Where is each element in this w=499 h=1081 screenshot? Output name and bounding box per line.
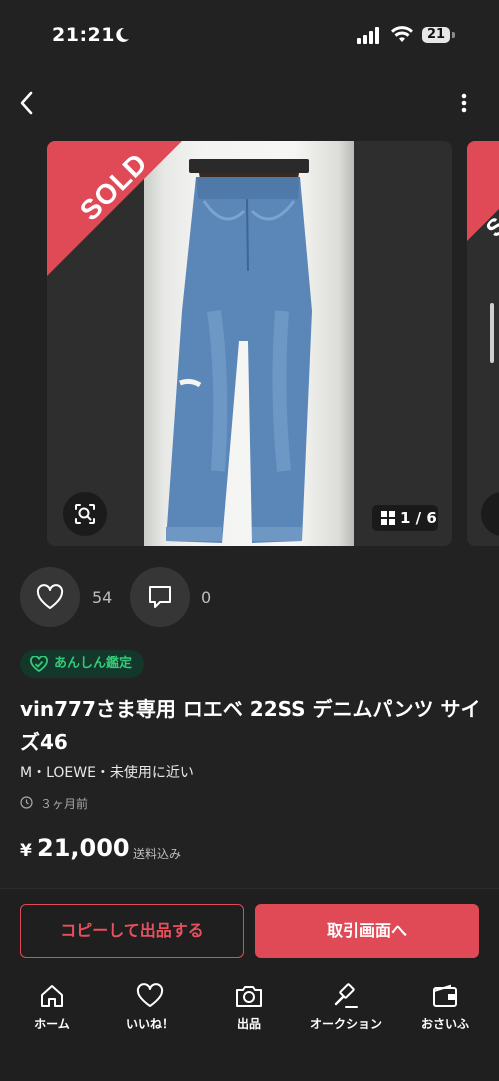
camera-icon	[236, 986, 262, 1007]
scroll-indicator[interactable]	[490, 303, 494, 363]
photo-counter-text: 1 / 6	[400, 509, 437, 527]
grid-icon	[381, 511, 395, 525]
item-title: vin777さま専用 ロエベ 22SS デニムパンツ サイズ46	[20, 697, 481, 754]
comment-count: 0	[201, 588, 212, 607]
like-count: 54	[92, 588, 113, 607]
tab-likes-label: いいね！	[125, 1017, 174, 1031]
item-meta[interactable]: M・LOEWE・未使用に近い	[20, 762, 194, 782]
tab-home[interactable]: ホーム	[7, 982, 97, 1032]
trade-screen-button[interactable]: 取引画面へ	[255, 904, 479, 958]
status-time: 21:21	[52, 24, 115, 46]
tab-home-label: ホーム	[34, 1017, 70, 1031]
tab-likes[interactable]: いいね！	[105, 982, 195, 1032]
shield-heart-icon	[30, 656, 48, 672]
tab-wallet[interactable]: おさいふ	[400, 982, 490, 1032]
moon-icon	[116, 27, 129, 42]
heart-icon	[36, 584, 64, 609]
wifi-icon	[391, 26, 413, 42]
home-icon	[41, 985, 63, 1007]
authentication-badge[interactable]: あんしん鑑定	[20, 650, 145, 678]
price-value: 21,000	[37, 834, 130, 862]
comment-icon	[149, 586, 171, 608]
image-search-icon	[75, 504, 95, 524]
status-bar: 21:21 21	[0, 0, 499, 74]
battery-icon: 21	[422, 27, 456, 45]
like-button[interactable]	[20, 567, 80, 627]
shipping-note: 送料込み	[133, 847, 182, 861]
signal-icon	[357, 27, 379, 44]
tab-sell-label: 出品	[236, 1017, 261, 1031]
tab-wallet-label: おさいふ	[420, 1017, 469, 1031]
product-photo-card[interactable]: SOLD 1 / 6	[47, 141, 452, 546]
authentication-badge-label: あんしん鑑定	[54, 656, 133, 671]
tab-auction-label: オークション	[309, 1017, 382, 1031]
tab-sell[interactable]: 出品	[204, 982, 294, 1032]
photo-counter[interactable]: 1 / 6	[372, 505, 438, 531]
copy-listing-button[interactable]: コピーして出品する	[20, 904, 244, 958]
wallet-icon	[433, 984, 457, 1007]
image-search-button[interactable]	[63, 492, 107, 536]
price-currency: ¥	[20, 841, 32, 861]
gavel-icon	[334, 983, 358, 1008]
next-image-search-button[interactable]	[481, 492, 499, 536]
back-chevron-icon[interactable]	[14, 88, 40, 118]
more-vertical-icon[interactable]	[452, 90, 476, 118]
clock-icon	[20, 796, 33, 809]
next-photo-card[interactable]: SOLD	[467, 141, 499, 546]
battery-level: 21	[422, 27, 450, 43]
heart-icon	[136, 983, 164, 1007]
posted-time-text: ３ヶ月前	[40, 797, 89, 811]
comment-button[interactable]	[130, 567, 190, 627]
photo-carousel[interactable]: SOLD 1 / 6 SOLD	[0, 141, 499, 546]
tab-auction[interactable]: オークション	[301, 982, 391, 1032]
